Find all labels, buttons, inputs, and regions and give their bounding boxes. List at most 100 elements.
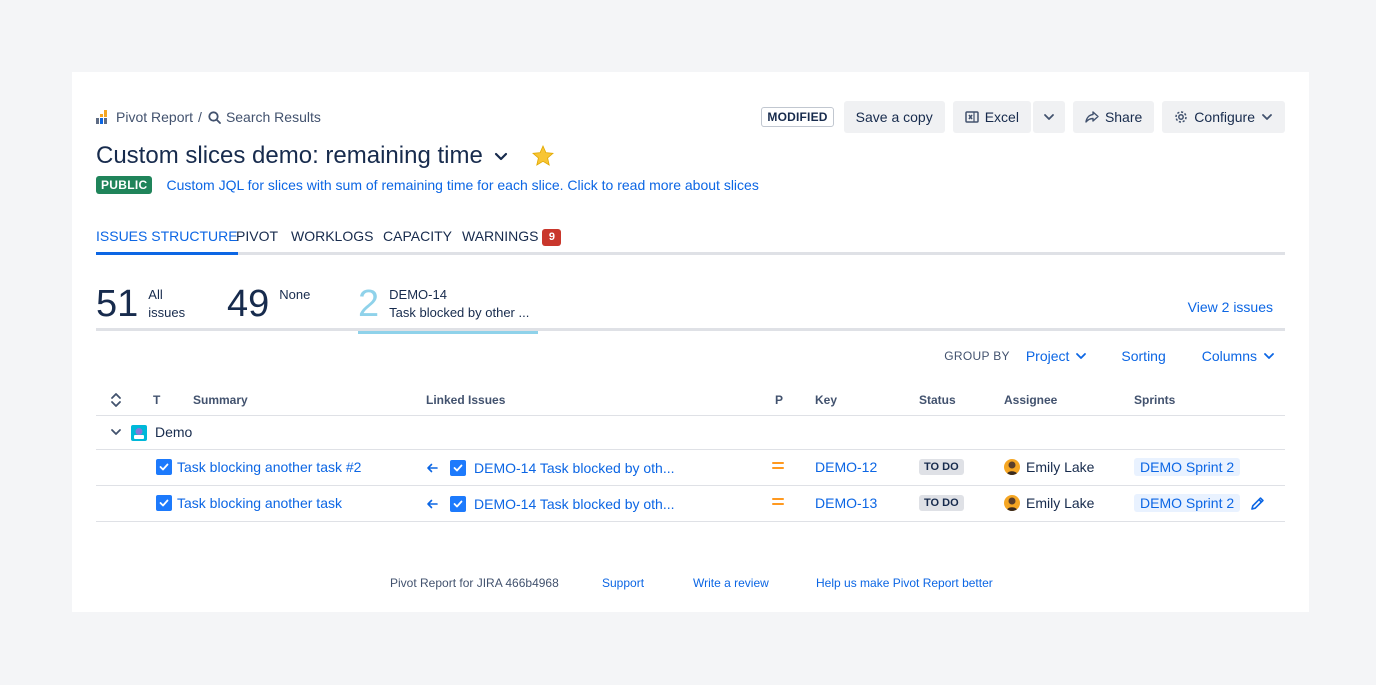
excel-icon xyxy=(964,110,979,124)
breadcrumb: Pivot Report / Search Results xyxy=(96,109,321,125)
arrow-left-icon xyxy=(426,498,438,510)
pencil-icon[interactable] xyxy=(1250,496,1265,511)
column-header-summary[interactable]: Summary xyxy=(193,393,248,407)
slice-label-line2: issues xyxy=(148,305,186,320)
group-by-dropdown[interactable]: Project xyxy=(1026,348,1088,364)
table-toolbar: GROUP BY Project Sorting Columns xyxy=(944,348,1285,364)
status-badge[interactable]: TO DO xyxy=(919,459,964,475)
excel-dropdown-button[interactable] xyxy=(1032,101,1065,133)
assignee: Emily Lake xyxy=(1004,495,1094,511)
linked-issue-link[interactable]: DEMO-14 Task blocked by oth... xyxy=(474,460,675,476)
configure-label: Configure xyxy=(1194,109,1255,125)
column-header-priority[interactable]: P xyxy=(775,393,783,407)
linked-task-type-icon xyxy=(450,496,466,512)
sprint-badge[interactable]: DEMO Sprint 2 xyxy=(1134,458,1241,476)
expand-collapse-all-icon[interactable] xyxy=(110,392,122,411)
arrow-left-icon xyxy=(426,462,438,474)
column-header-key[interactable]: Key xyxy=(815,393,837,407)
header-actions: MODIFIED Save a copy Excel Share Configu… xyxy=(761,101,1285,133)
star-icon[interactable] xyxy=(531,144,555,168)
group-chevron-down-icon[interactable] xyxy=(110,426,122,438)
project-avatar-icon xyxy=(131,425,147,441)
slice-label-line1: DEMO-14 xyxy=(389,287,447,302)
issue-summary-link[interactable]: Task blocking another task xyxy=(177,495,342,511)
group-by-value: Project xyxy=(1025,348,1070,364)
issue-key-link[interactable]: DEMO-12 xyxy=(815,459,877,475)
slice-none[interactable]: 49 None xyxy=(227,284,310,331)
public-badge: PUBLIC xyxy=(96,176,153,194)
issues-table: T Summary Linked Issues P Key Status Ass… xyxy=(96,384,1285,522)
column-header-status[interactable]: Status xyxy=(919,393,956,407)
excel-button[interactable]: Excel xyxy=(952,101,1031,133)
slice-count: 49 xyxy=(227,283,270,325)
share-icon xyxy=(1085,110,1099,124)
slice-label: None xyxy=(279,286,310,331)
modified-badge: MODIFIED xyxy=(761,107,834,127)
chevron-down-icon xyxy=(1043,111,1055,123)
status-badge[interactable]: TO DO xyxy=(919,495,964,511)
group-row-demo: Demo xyxy=(96,416,1285,450)
group-by-label: GROUP BY xyxy=(944,349,1010,363)
tab-warnings[interactable]: WARNINGS 9 xyxy=(462,228,562,252)
footer-review-link[interactable]: Write a review xyxy=(693,576,769,590)
excel-button-group: Excel xyxy=(952,101,1065,133)
slice-label: All issues xyxy=(148,286,185,331)
column-header-type[interactable]: T xyxy=(153,393,160,407)
sprint-badge[interactable]: DEMO Sprint 2 xyxy=(1134,494,1241,512)
tab-worklogs[interactable]: WORKLOGS xyxy=(291,228,373,252)
columns-dropdown[interactable]: Columns xyxy=(1202,348,1275,364)
report-subline: PUBLIC Custom JQL for slices with sum of… xyxy=(96,176,759,194)
columns-label: Columns xyxy=(1201,348,1257,364)
linked-task-type-icon xyxy=(450,460,466,476)
slice-label-line1: None xyxy=(279,287,311,302)
issue-summary-link[interactable]: Task blocking another task #2 xyxy=(177,459,361,475)
avatar xyxy=(1004,459,1020,475)
column-header-linked-issues[interactable]: Linked Issues xyxy=(426,393,505,407)
tab-pivot[interactable]: PIVOT xyxy=(236,228,278,252)
linked-issue-link[interactable]: DEMO-14 Task blocked by oth... xyxy=(474,496,675,512)
table-header: T Summary Linked Issues P Key Status Ass… xyxy=(96,384,1285,416)
tab-capacity[interactable]: CAPACITY xyxy=(383,228,452,252)
gear-icon xyxy=(1174,110,1188,124)
save-copy-button[interactable]: Save a copy xyxy=(843,101,945,133)
search-icon xyxy=(208,110,221,124)
excel-label: Excel xyxy=(984,109,1019,125)
priority-medium-icon xyxy=(771,460,785,472)
slice-label-line2: Task blocked by other ... xyxy=(389,305,530,320)
slice-label-line1: All xyxy=(148,287,163,302)
tab-bar: ISSUES STRUCTURE PIVOT WORKLOGS CAPACITY… xyxy=(96,228,1285,255)
column-header-assignee[interactable]: Assignee xyxy=(1004,393,1057,407)
breadcrumb-pivot-report[interactable]: Pivot Report xyxy=(116,109,193,125)
view-issues-link[interactable]: View 2 issues xyxy=(1188,299,1273,315)
assignee: Emily Lake xyxy=(1004,459,1094,475)
group-name: Demo xyxy=(155,424,193,440)
breadcrumb-separator: / xyxy=(198,109,202,125)
chevron-down-icon xyxy=(1075,350,1087,362)
breadcrumb-search-results[interactable]: Search Results xyxy=(226,109,321,125)
description-link[interactable]: Custom JQL for slices with sum of remain… xyxy=(166,177,758,193)
share-label: Share xyxy=(1104,109,1143,125)
slice-all-issues[interactable]: 51 All issues xyxy=(96,284,185,331)
footer-support-link[interactable]: Support xyxy=(602,576,644,590)
title-chevron-down-icon[interactable] xyxy=(493,148,509,164)
sorting-button[interactable]: Sorting xyxy=(1121,348,1165,364)
column-header-sprints[interactable]: Sprints xyxy=(1134,393,1175,407)
slice-count: 2 xyxy=(358,283,380,325)
task-type-icon xyxy=(156,495,172,511)
assignee-name: Emily Lake xyxy=(1026,495,1095,511)
share-button[interactable]: Share xyxy=(1072,101,1155,133)
footer-feedback-link[interactable]: Help us make Pivot Report better xyxy=(816,576,993,590)
sprint-name: DEMO Sprint 2 xyxy=(1134,458,1241,476)
title-row: Custom slices demo: remaining time xyxy=(96,142,555,170)
tab-issues-structure[interactable]: ISSUES STRUCTURE xyxy=(96,228,238,255)
pivot-report-logo-icon xyxy=(96,110,110,124)
slice-count: 51 xyxy=(96,283,139,325)
slice-demo-14[interactable]: 2 DEMO-14 Task blocked by other ... xyxy=(358,283,538,334)
configure-button[interactable]: Configure xyxy=(1162,101,1285,133)
chevron-down-icon xyxy=(1261,111,1273,123)
slice-label: DEMO-14 Task blocked by other ... xyxy=(389,286,529,331)
issue-key-link[interactable]: DEMO-13 xyxy=(815,495,877,511)
status-text: TO DO xyxy=(919,495,964,511)
task-type-icon xyxy=(156,459,172,475)
report-panel: Pivot Report / Search Results MODIFIED S… xyxy=(72,72,1309,612)
